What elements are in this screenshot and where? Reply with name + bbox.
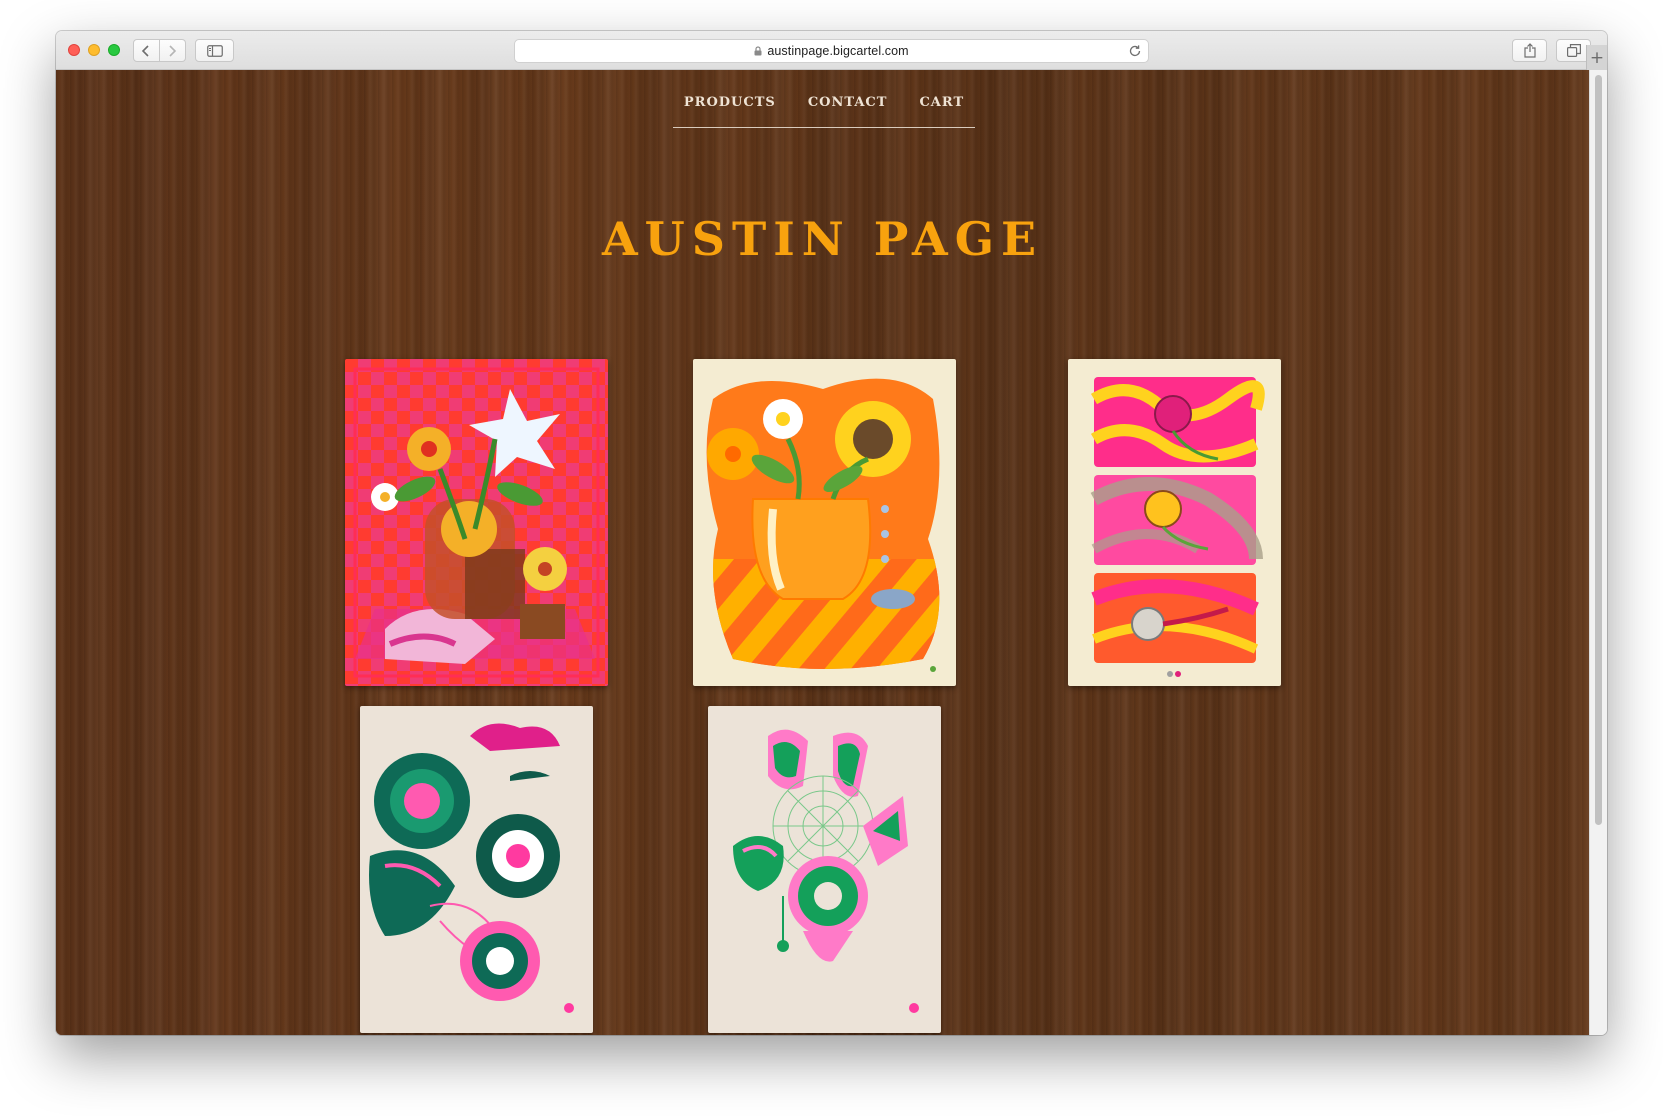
nav-products-link[interactable]: PRODUCTS <box>684 92 776 127</box>
new-tab-button[interactable]: + <box>1586 45 1607 70</box>
share-icon <box>1523 43 1536 58</box>
history-navigation <box>133 39 186 62</box>
nav-cart-link[interactable]: CART <box>919 92 964 127</box>
nav-contact-link[interactable]: CONTACT <box>808 92 888 127</box>
zoom-window-button[interactable] <box>108 44 120 56</box>
product-card-2[interactable] <box>693 359 956 686</box>
product-image-3 <box>1068 359 1281 686</box>
product-card-4[interactable] <box>360 706 593 1033</box>
reload-icon[interactable] <box>1128 44 1142 58</box>
product-image-4 <box>360 706 593 1033</box>
back-button[interactable] <box>133 39 160 62</box>
site-navigation: PRODUCTS CONTACT CART <box>673 92 975 128</box>
product-card-3[interactable] <box>1068 359 1281 686</box>
browser-window: austinpage.bigcartel.com + PRODUCTS CONT… <box>56 31 1607 1035</box>
scrollbar-thumb[interactable] <box>1595 75 1602 825</box>
close-window-button[interactable] <box>68 44 80 56</box>
product-image-2 <box>693 359 956 686</box>
back-icon <box>142 44 149 57</box>
minimize-window-button[interactable] <box>88 44 100 56</box>
product-image-5 <box>708 706 941 1033</box>
product-card-5[interactable] <box>708 706 941 1033</box>
lock-icon <box>754 46 762 56</box>
sidebar-button[interactable] <box>195 39 234 62</box>
address-bar[interactable]: austinpage.bigcartel.com <box>514 39 1149 63</box>
share-button[interactable] <box>1512 39 1547 62</box>
forward-icon <box>169 44 177 57</box>
browser-toolbar: austinpage.bigcartel.com + <box>56 31 1607 70</box>
page-content: PRODUCTS CONTACT CART AUSTIN PAGE <box>56 70 1589 1035</box>
forward-button[interactable] <box>159 39 186 62</box>
product-image-1 <box>345 359 608 686</box>
site-title[interactable]: AUSTIN PAGE <box>56 212 1589 266</box>
sidebar-icon <box>206 44 223 57</box>
tabs-icon <box>1566 44 1581 57</box>
product-card-1[interactable] <box>345 359 608 686</box>
url-text: austinpage.bigcartel.com <box>767 44 909 58</box>
page-scrollbar[interactable] <box>1589 70 1607 1035</box>
